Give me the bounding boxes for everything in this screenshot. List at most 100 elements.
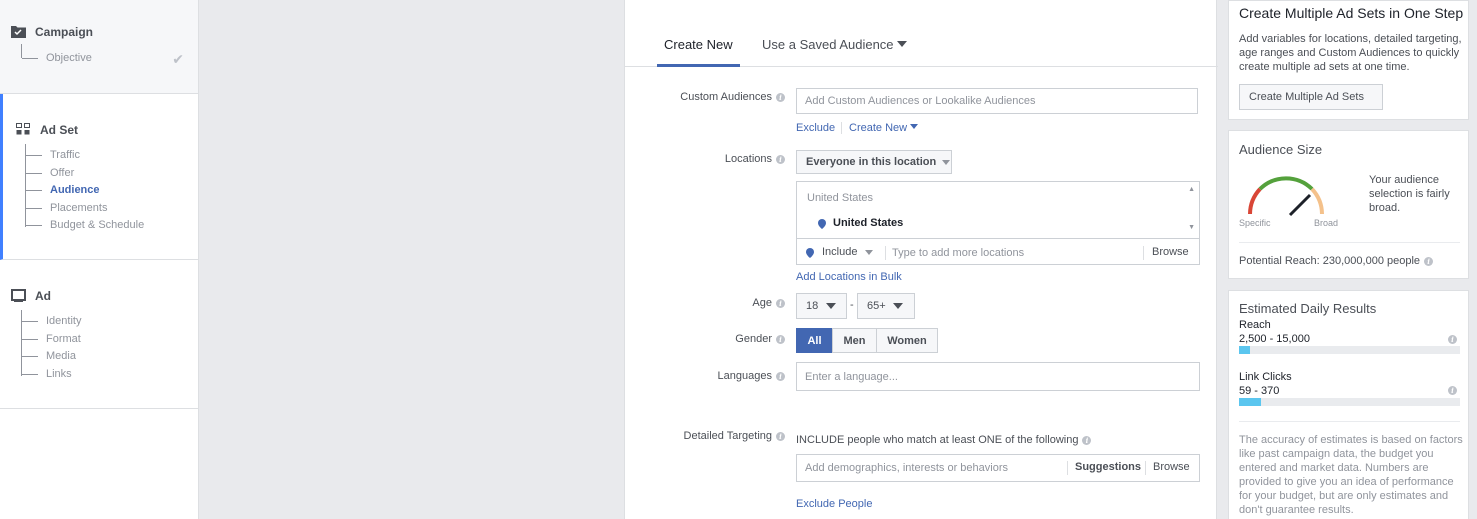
gender-label-text: Gender xyxy=(735,333,772,345)
info-icon[interactable]: i xyxy=(776,298,785,308)
add-locations-bulk-link[interactable]: Add Locations in Bulk xyxy=(796,271,902,283)
info-icon[interactable]: i xyxy=(1448,386,1457,395)
browse-targeting-button[interactable]: Browse xyxy=(1153,461,1190,473)
age-max-dropdown[interactable]: 65+ xyxy=(857,293,915,319)
add-location-input[interactable]: Type to add more locations xyxy=(892,247,1024,259)
caret-down-icon xyxy=(910,124,919,129)
caret-down-icon xyxy=(865,249,874,255)
info-icon[interactable]: i xyxy=(776,92,785,102)
ad-title: Ad xyxy=(35,289,51,303)
nav-item-format[interactable]: Format xyxy=(22,331,81,349)
include-criteria-label: INCLUDE people who match at least ONE of… xyxy=(796,434,1079,446)
tab-create-new[interactable]: Create New xyxy=(657,37,740,67)
gender-men-button[interactable]: Men xyxy=(832,328,877,353)
grid-icon xyxy=(16,123,32,137)
caret-down-icon xyxy=(826,303,837,309)
scroll-up-icon[interactable]: ▲ xyxy=(1188,186,1195,193)
potential-reach: Potential Reach: 230,000,000 people i xyxy=(1239,254,1434,268)
suggestions-button[interactable]: Suggestions xyxy=(1075,461,1141,473)
campaign-section: Campaign Objective ✔ xyxy=(0,0,198,94)
info-icon[interactable]: i xyxy=(776,431,785,441)
nav-item-budget-schedule[interactable]: Budget & Schedule xyxy=(26,217,144,235)
include-value: Include xyxy=(822,246,858,258)
link-clicks-label: Link Clicks xyxy=(1239,371,1292,383)
audience-tabs: Create New Use a Saved Audience xyxy=(625,0,1218,67)
location-pin-icon xyxy=(806,247,814,258)
custom-audiences-label-text: Custom Audiences xyxy=(680,91,772,103)
locations-label: Locations i xyxy=(725,153,785,165)
detailed-targeting-label-text: Detailed Targeting xyxy=(683,430,772,442)
selected-location[interactable]: United States xyxy=(818,217,903,229)
divider xyxy=(1239,421,1460,422)
audience-size-title: Audience Size xyxy=(1239,142,1323,157)
include-dropdown[interactable]: Include xyxy=(806,246,874,258)
link-clicks-bar-fill xyxy=(1239,398,1262,406)
audience-gauge xyxy=(1248,176,1324,217)
info-icon[interactable]: i xyxy=(1082,435,1092,445)
campaign-header[interactable]: Campaign xyxy=(11,25,93,39)
include-criteria-text: INCLUDE people who match at least ONE of… xyxy=(796,434,1092,446)
location-box: United States United States ▲ ▼ Include … xyxy=(796,181,1200,265)
gender-women-button[interactable]: Women xyxy=(876,328,938,353)
browse-locations-button[interactable]: Browse xyxy=(1152,246,1189,258)
nav-item-offer[interactable]: Offer xyxy=(26,165,144,183)
info-icon[interactable]: i xyxy=(776,334,785,344)
audience-form: Create New Use a Saved Audience Custom A… xyxy=(624,0,1218,519)
divider xyxy=(1239,242,1460,243)
create-new-label: Create New xyxy=(849,122,908,134)
reach-label: Reach xyxy=(1239,319,1271,331)
nav-item-placements[interactable]: Placements xyxy=(26,200,144,218)
adset-tree: Traffic Offer Audience Placements Budget… xyxy=(25,144,144,231)
detailed-targeting-input[interactable]: Add demographics, interests or behaviors… xyxy=(796,454,1200,482)
gender-all-button[interactable]: All xyxy=(796,328,833,353)
caret-down-icon xyxy=(942,159,951,165)
languages-label-text: Languages xyxy=(717,370,772,382)
estimated-results-title: Estimated Daily Results xyxy=(1239,301,1377,316)
campaign-title: Campaign xyxy=(35,25,94,39)
nav-item-media[interactable]: Media xyxy=(22,348,81,366)
multiple-adsets-panel: Create Multiple Ad Sets in One Step Add … xyxy=(1228,0,1469,120)
adset-section: Ad Set Traffic Offer Audience Placements… xyxy=(0,94,198,260)
custom-audiences-input[interactable]: Add Custom Audiences or Lookalike Audien… xyxy=(796,88,1198,114)
nav-item-objective[interactable]: Objective xyxy=(22,50,92,68)
multiple-adsets-title: Create Multiple Ad Sets in One Step xyxy=(1239,5,1464,21)
age-label: Age i xyxy=(752,297,785,309)
audience-size-description: Your audience selection is fairly broad. xyxy=(1369,174,1450,214)
location-group-header: United States xyxy=(807,192,874,204)
location-type-dropdown[interactable]: Everyone in this location xyxy=(796,150,952,174)
info-icon[interactable]: i xyxy=(776,154,785,164)
exclude-people-link[interactable]: Exclude People xyxy=(796,498,872,510)
create-new-audience-link[interactable]: Create New xyxy=(849,122,919,134)
tab-saved-audience-label: Use a Saved Audience xyxy=(762,37,894,52)
gauge-broad-label: Broad xyxy=(1314,218,1339,228)
divider xyxy=(1143,246,1144,260)
check-icon: ✔ xyxy=(172,51,184,67)
create-multiple-adsets-button[interactable]: Create Multiple Ad Sets xyxy=(1239,84,1383,110)
nav-item-links[interactable]: Links xyxy=(22,366,81,384)
age-min-dropdown[interactable]: 18 xyxy=(796,293,847,319)
link-clicks-value: 59 - 370 xyxy=(1239,385,1280,397)
nav-item-audience[interactable]: Audience xyxy=(26,182,144,200)
scroll-down-icon[interactable]: ▼ xyxy=(1188,224,1195,231)
adset-header[interactable]: Ad Set xyxy=(16,123,78,137)
location-type-value: Everyone in this location xyxy=(806,156,937,168)
age-max-value: 65+ xyxy=(867,300,886,312)
info-icon[interactable]: i xyxy=(776,371,785,381)
divider xyxy=(1145,461,1146,475)
campaign-tree: Objective xyxy=(21,44,92,64)
exclude-link[interactable]: Exclude xyxy=(796,122,835,134)
caret-down-icon xyxy=(896,41,907,47)
tab-saved-audience[interactable]: Use a Saved Audience xyxy=(762,37,907,67)
info-icon[interactable]: i xyxy=(1448,335,1457,344)
languages-input[interactable]: Enter a language... xyxy=(796,362,1200,391)
age-min-value: 18 xyxy=(806,300,819,312)
locations-label-text: Locations xyxy=(724,153,772,165)
estimates-disclaimer: The accuracy of estimates is based on fa… xyxy=(1239,434,1463,516)
reach-bar xyxy=(1239,346,1460,354)
ad-header[interactable]: Ad xyxy=(11,289,51,303)
info-icon[interactable]: i xyxy=(1424,256,1434,266)
divider xyxy=(797,238,1199,239)
nav-item-traffic[interactable]: Traffic xyxy=(26,147,144,165)
campaign-nav: Campaign Objective ✔ Ad Set Traffic Offe… xyxy=(0,0,199,519)
nav-item-identity[interactable]: Identity xyxy=(22,313,81,331)
